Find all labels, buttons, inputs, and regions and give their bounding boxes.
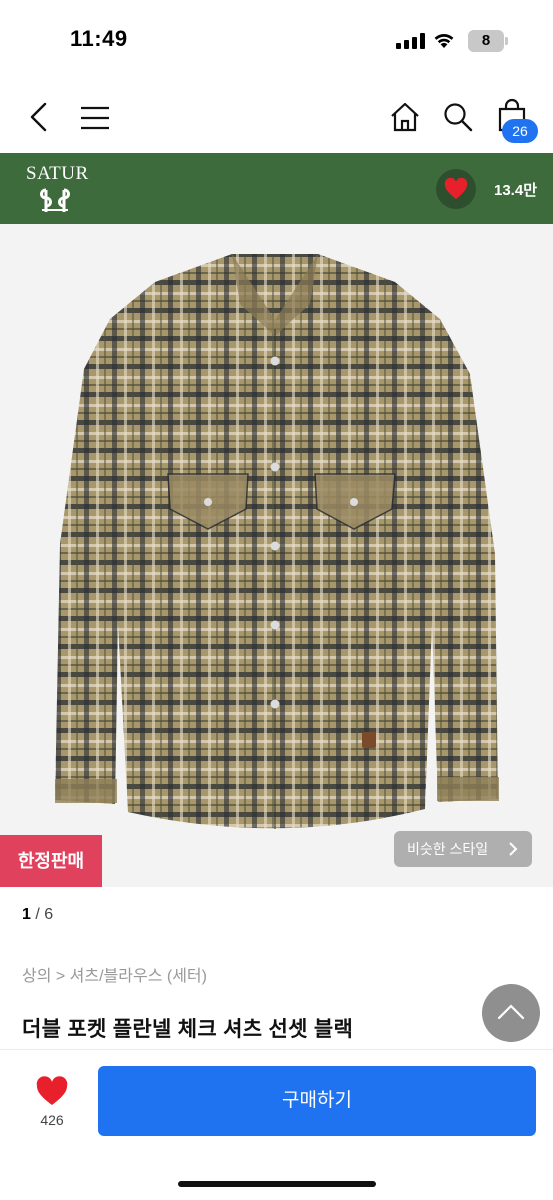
product-title: 더블 포켓 플란넬 체크 셔츠 선셋 블랙 — [22, 1018, 354, 1041]
top-nav — [0, 80, 553, 153]
chevron-right-icon — [509, 842, 518, 856]
wish-count: 426 — [40, 1112, 64, 1128]
brand-like-button[interactable] — [436, 169, 476, 209]
heart-icon — [444, 177, 468, 199]
pager-total: 6 — [44, 906, 54, 923]
home-indicator — [178, 1181, 376, 1187]
menu-icon[interactable] — [80, 106, 110, 130]
battery-icon: 8 — [468, 30, 508, 52]
battery-level: 8 — [481, 32, 491, 49]
similar-style-label: 비슷한 스타일 — [407, 841, 489, 857]
image-pager: 1 / 6 — [22, 906, 53, 924]
buy-button[interactable]: 구매하기 — [98, 1066, 536, 1136]
home-icon[interactable] — [389, 102, 421, 132]
status-bar: 11:49 8 — [0, 0, 553, 80]
brand-like-count: 13.4만 — [494, 182, 537, 199]
signal-icon — [396, 33, 426, 49]
similar-style-button[interactable]: 비슷한 스타일 — [394, 831, 532, 867]
brand-logo-text[interactable]: SATUR — [26, 163, 89, 185]
product-image[interactable] — [0, 224, 553, 887]
limited-sale-badge: 한정판매 — [0, 835, 102, 887]
pager-separator: / — [30, 906, 45, 923]
brand-logo-mark — [40, 188, 70, 212]
breadcrumb[interactable]: 상의 > 셔츠/블라우스 (세터) — [22, 962, 207, 986]
wish-heart-icon[interactable] — [34, 1074, 70, 1108]
search-icon[interactable] — [443, 102, 473, 132]
wifi-icon — [434, 33, 454, 48]
cart-badge[interactable]: 26 — [502, 119, 538, 143]
status-time: 11:49 — [70, 26, 128, 51]
chevron-up-icon — [497, 1004, 525, 1020]
back-icon[interactable] — [28, 102, 50, 132]
scroll-top-button[interactable] — [482, 984, 540, 1042]
pager-current: 1 — [22, 906, 31, 923]
product-photo — [55, 254, 499, 829]
